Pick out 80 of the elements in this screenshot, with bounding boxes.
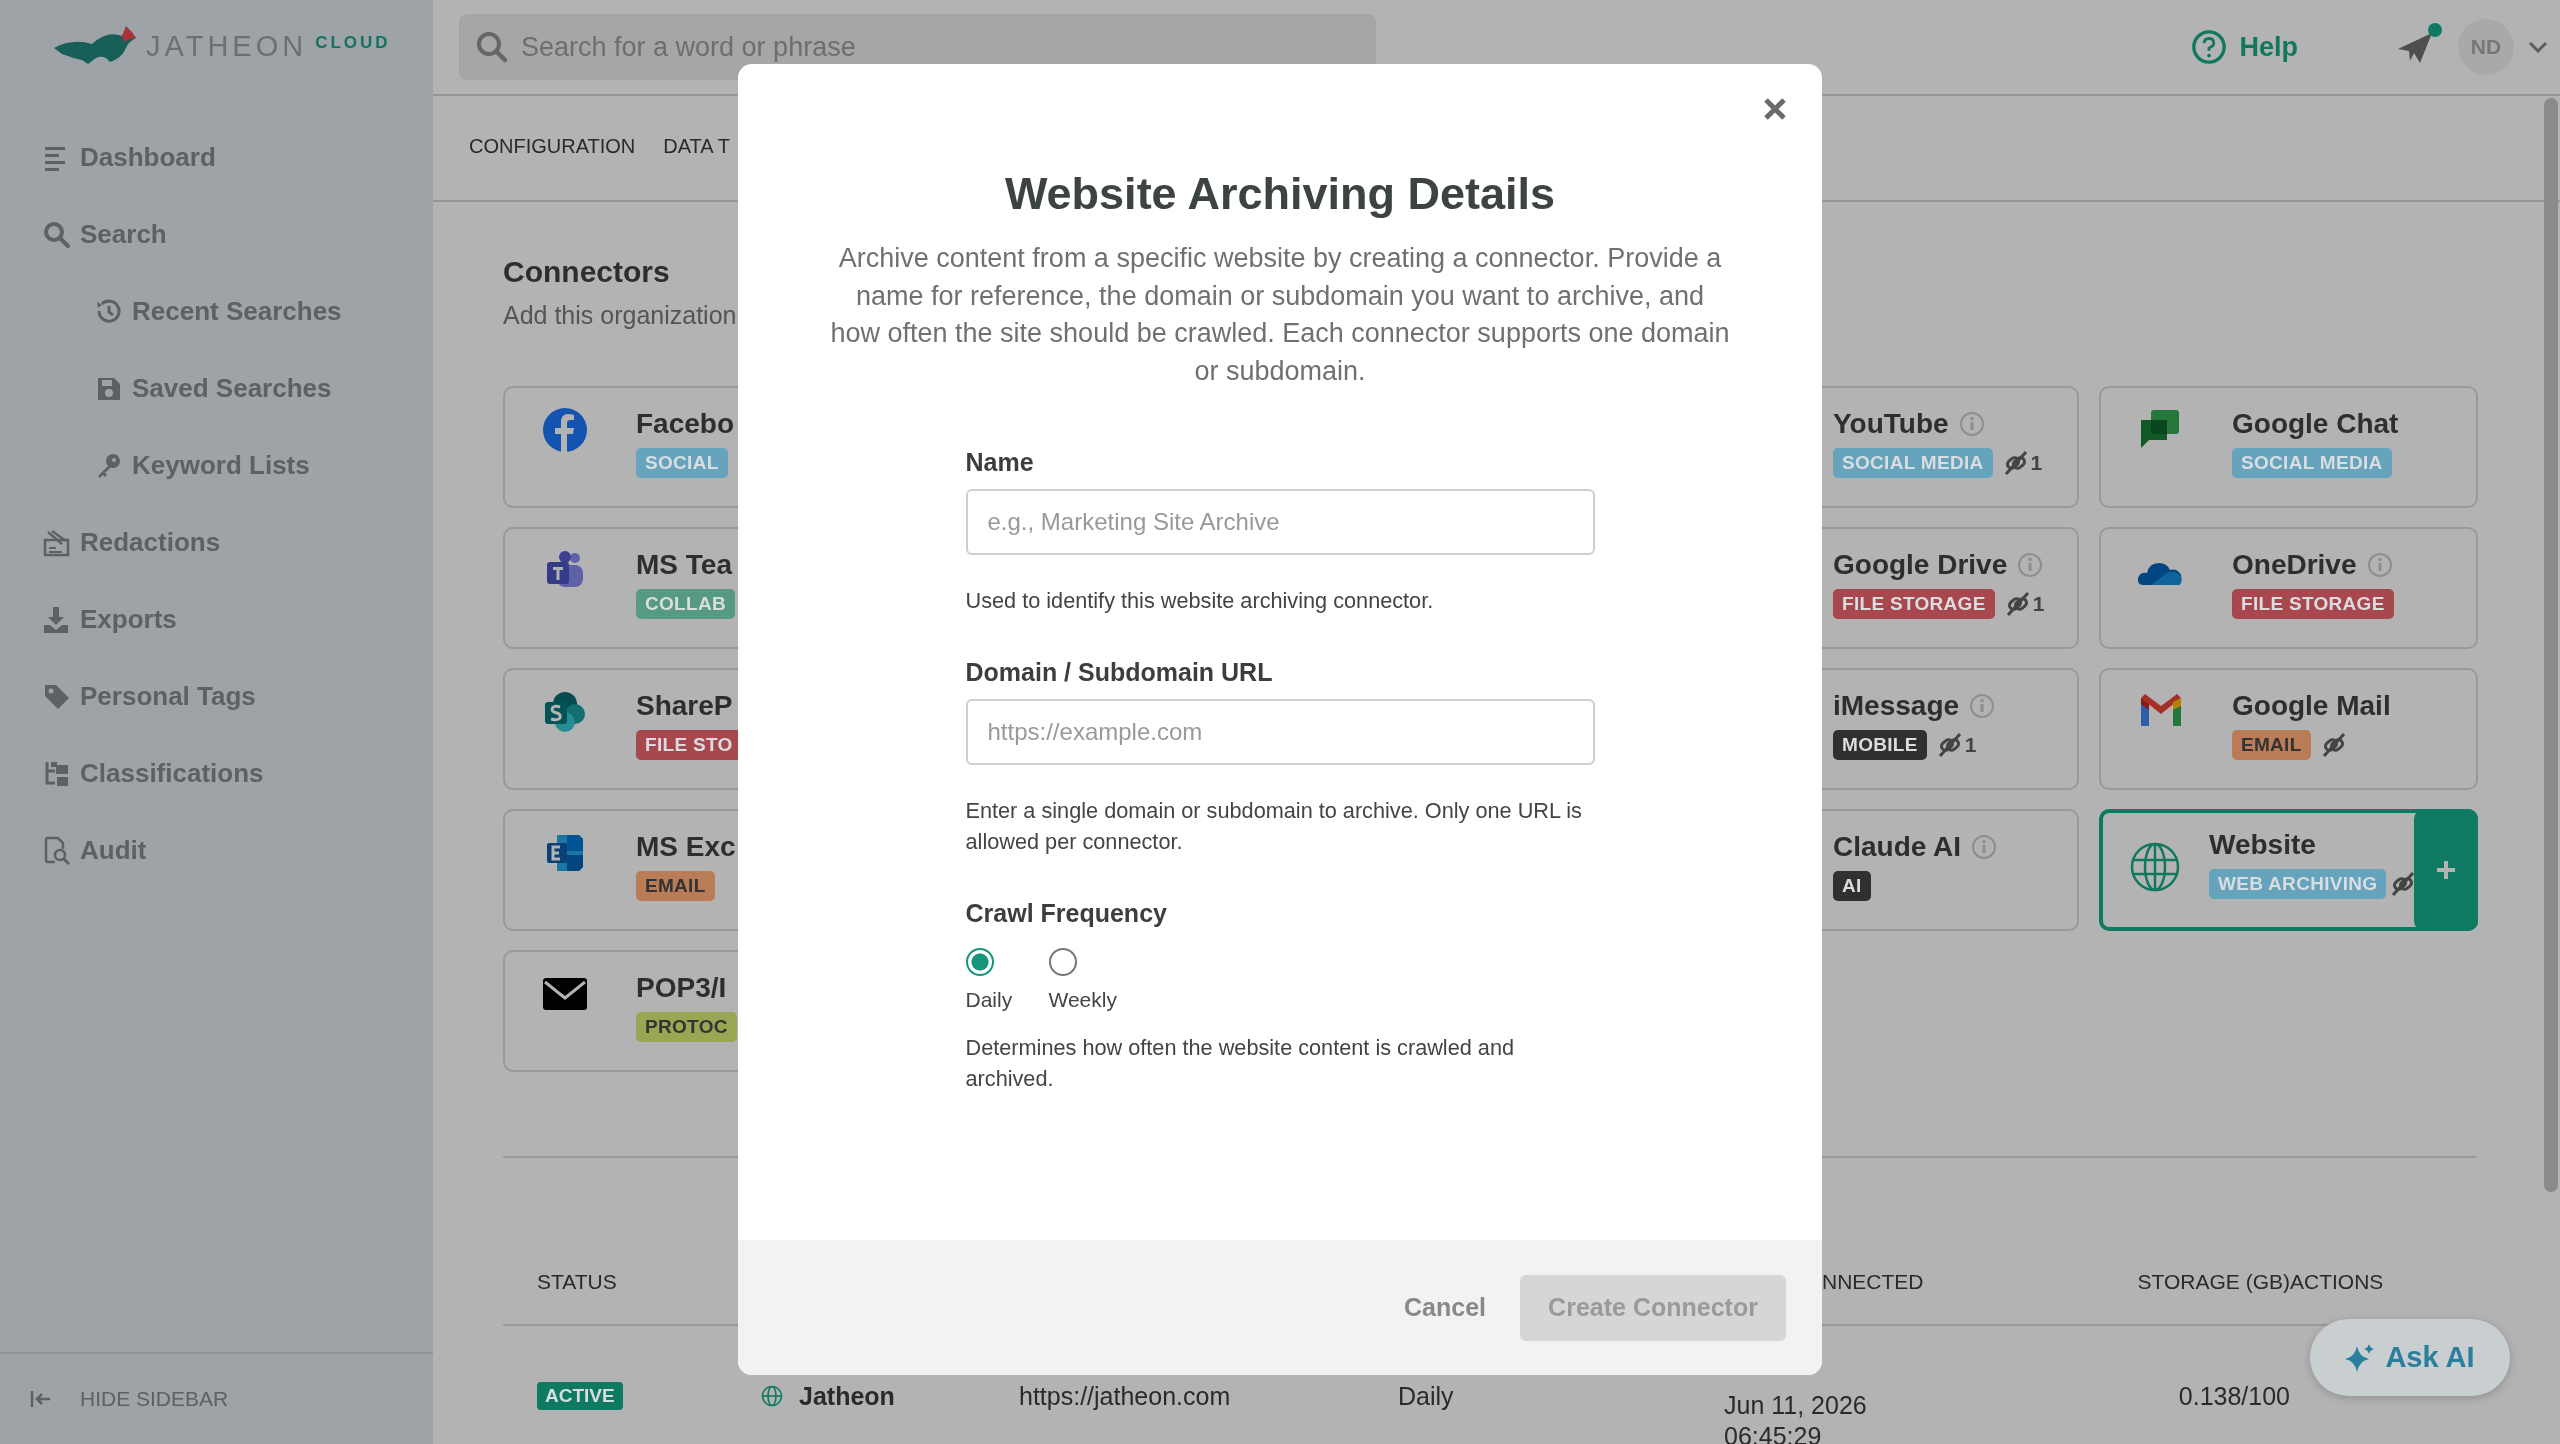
connector-name: OneDrive (2232, 549, 2357, 581)
tab[interactable]: DATA T (663, 127, 730, 169)
search-icon (42, 219, 72, 250)
column-header: ACTIONS (2290, 1270, 2384, 1293)
logo-suffix: CLOUD (315, 33, 391, 53)
connector-name: Google Drive (1833, 549, 2008, 581)
connector-name: POP3/I (636, 972, 727, 1004)
info-icon[interactable] (2017, 552, 2044, 578)
category-badge: SOCIAL MEDIA (2232, 448, 2392, 478)
globe-icon (2129, 841, 2181, 893)
search-icon (475, 30, 509, 64)
category-badge: FILE STORAGE (1833, 589, 1995, 619)
table-cell: Daily (1398, 1381, 1454, 1411)
chevron-down-icon[interactable] (2528, 41, 2548, 53)
scrollbar[interactable] (2544, 98, 2558, 1192)
document-search-icon (42, 835, 72, 866)
sparkle-icon (2345, 1342, 2376, 1373)
connector-name: Facebo (636, 408, 735, 440)
category-badge: SOCIAL (636, 448, 728, 478)
modal-description: Archive content from a specific website by creating a connector. Provide a name for reference, the domain or subdomain you want to archive, and how often the site should be crawled. Each connector supports one domain or subdomain. (830, 242, 1730, 388)
connector-name: Website (2209, 829, 2316, 861)
connector-card[interactable]: Google Mail EMAIL (2099, 668, 2478, 790)
info-icon[interactable] (2366, 552, 2393, 578)
field-hint: Used to identify this website archiving connector. (965, 587, 1435, 616)
connector-name: Claude AI (1833, 831, 1962, 863)
category-badge: EMAIL (636, 871, 715, 901)
globe-icon (761, 1385, 783, 1407)
document-icon (42, 527, 72, 558)
field-hint: Determines how often the website content is crawled and archived. (965, 1034, 1515, 1094)
section-title: Connectors (503, 255, 670, 289)
radio-button[interactable] (1048, 948, 1077, 977)
connector-name: MS Tea (636, 549, 732, 581)
link-count: 1 (2032, 592, 2045, 616)
field-hint: Enter a single domain or subdomain to archive. Only one URL is allowed per connector. (965, 797, 1583, 857)
table-cell: Jatheon (799, 1381, 895, 1411)
info-icon[interactable] (1969, 693, 1996, 719)
status-badge: ACTIVE (537, 1382, 623, 1410)
section-subtitle: Add this organization (503, 301, 737, 330)
connector-name: YouTube (1833, 408, 1949, 440)
connector-name: MS Exc (636, 831, 736, 863)
category-badge: COLLAB (636, 589, 735, 619)
radio-button[interactable] (965, 948, 994, 977)
table-cell: https://jatheon.com (1019, 1381, 1231, 1411)
connector-name: Google Chat (2232, 408, 2399, 440)
category-badge: FILE STORAGE (2232, 589, 2394, 619)
field-label: Crawl Frequency (965, 899, 1168, 929)
close-icon[interactable] (1762, 96, 1788, 122)
f-logo-icon (541, 406, 589, 454)
modal-title: Website Archiving Details (1004, 168, 1556, 220)
connector-name: iMessage (1833, 690, 1960, 722)
category-badge: MOBILE (1833, 730, 1927, 760)
help-icon (2191, 29, 2228, 65)
connector-card[interactable]: Google Chat SOCIAL MEDIA (2099, 386, 2478, 508)
table-cell: 0.138/100 (2178, 1381, 2290, 1411)
category-badge: AI (1833, 871, 1871, 901)
field-label: Name (965, 448, 1035, 478)
connector-name: ShareP (636, 690, 733, 722)
tab[interactable]: CONFIGURATION (469, 127, 636, 169)
column-header: NNECTED (1822, 1270, 1924, 1293)
category-badge: WEB ARCHIVING (2209, 869, 2387, 899)
link-count: 1 (2030, 451, 2043, 475)
input-field[interactable]: https://example.com (965, 699, 1595, 766)
field-label: Domain / Subdomain URL (965, 658, 1274, 688)
radio-label[interactable]: Weekly (1048, 988, 1117, 1013)
column-header: STATUS (537, 1270, 617, 1293)
connector-name: Google Mail (2232, 690, 2391, 722)
connector-card[interactable]: Website WEB ARCHIVING (2099, 809, 2478, 931)
category-badge: SOCIAL MEDIA (1833, 448, 1993, 478)
category-badge: PROTOC (636, 1012, 737, 1042)
connector-card[interactable]: OneDrive FILE STORAGE (2099, 527, 2478, 649)
category-badge: EMAIL (2232, 730, 2311, 760)
radio-label[interactable]: Daily (965, 988, 1013, 1013)
collapse-arrow-icon (30, 1389, 52, 1409)
plus-icon (2435, 859, 2457, 881)
link-count: 1 (1964, 733, 1977, 757)
input-field[interactable]: e.g., Marketing Site Archive (965, 489, 1595, 556)
info-icon[interactable] (1971, 834, 1998, 860)
add-button[interactable] (2414, 809, 2478, 931)
column-header: STORAGE (GB) (2137, 1270, 2290, 1293)
info-icon[interactable] (1958, 411, 1985, 437)
